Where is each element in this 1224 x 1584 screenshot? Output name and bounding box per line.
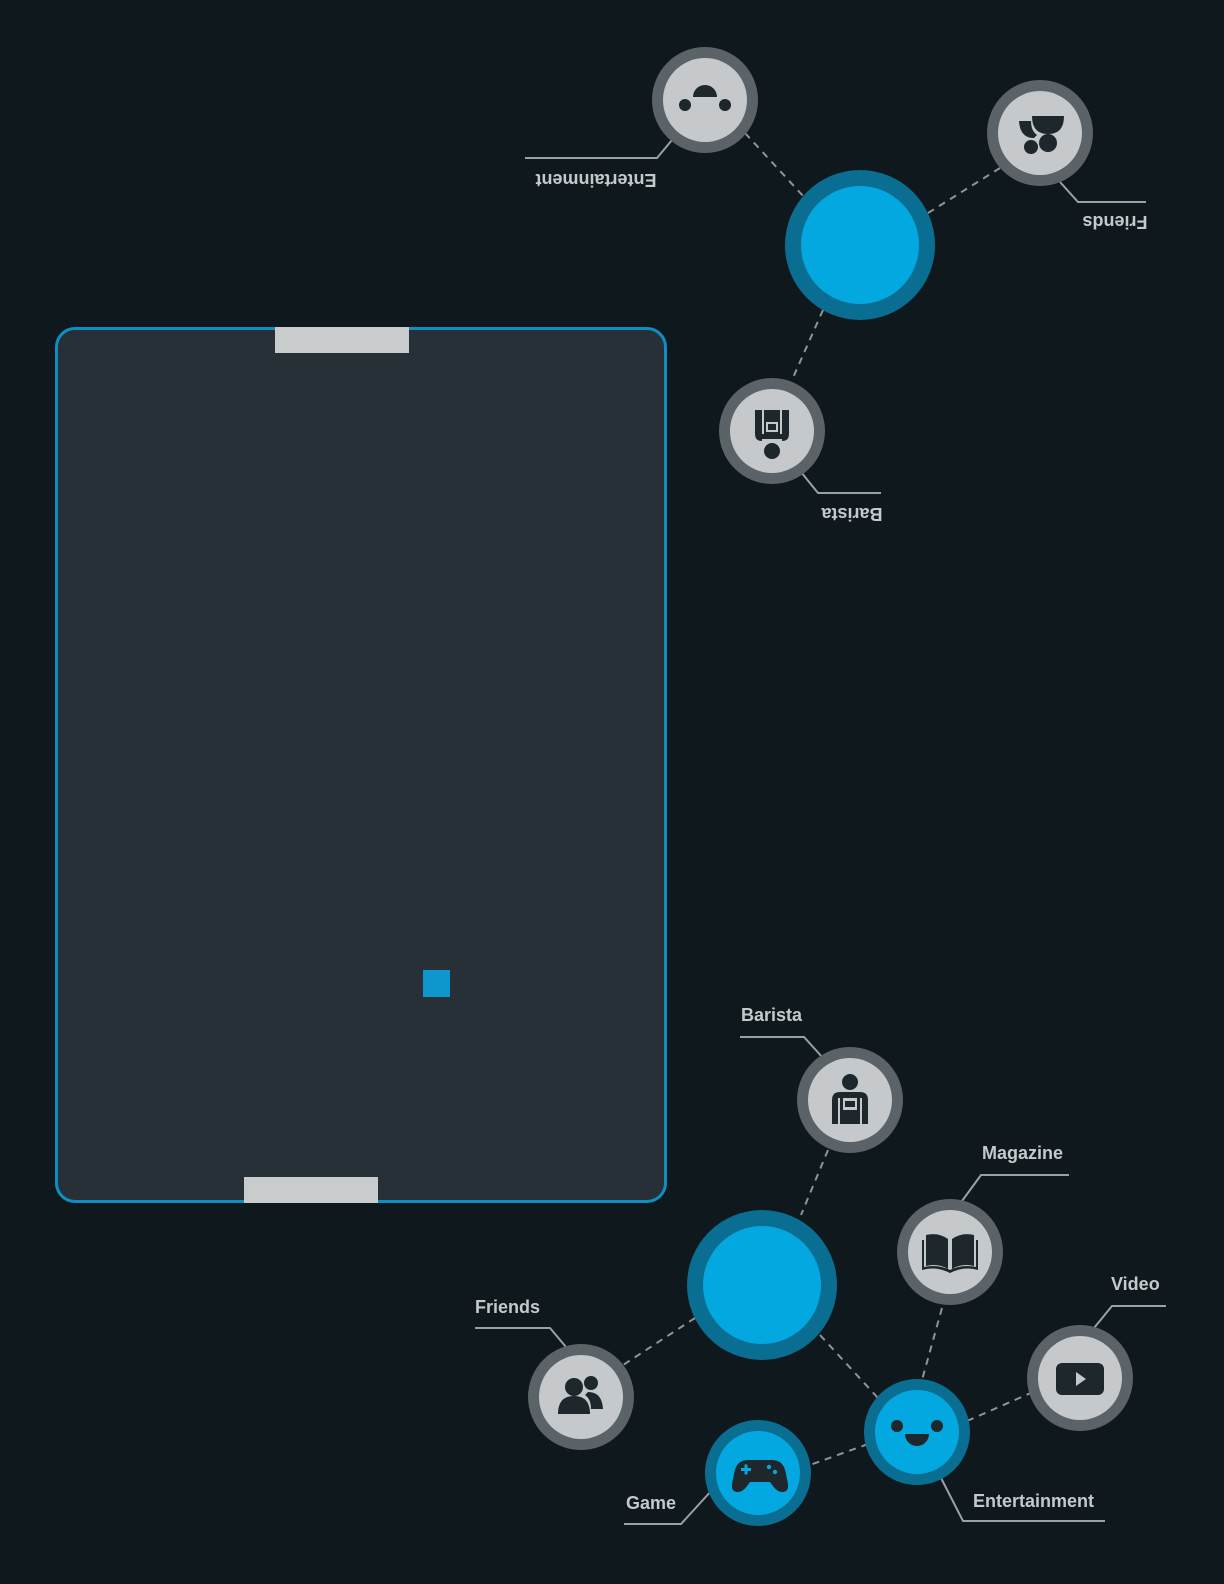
leader-line <box>961 1174 1069 1202</box>
player-friends-label: Friends <box>475 1297 540 1317</box>
player-barista-label: Barista <box>741 1005 803 1025</box>
connector-line <box>800 1149 829 1216</box>
leader-line <box>740 1036 824 1059</box>
connector-line <box>819 1334 879 1399</box>
opponent-entertainment-label: Entertainment <box>535 170 656 190</box>
leader-line <box>800 471 881 494</box>
menu-layer: Entertainment Friends Barista Barista Ma… <box>475 47 1166 1526</box>
leader-line <box>1059 181 1146 203</box>
connector-line <box>921 1307 943 1381</box>
opponent-friends-node[interactable] <box>987 80 1093 186</box>
player-game-label: Game <box>626 1493 676 1513</box>
player-video-label: Video <box>1111 1274 1160 1294</box>
player-friends-node[interactable] <box>528 1344 634 1450</box>
player-game-node[interactable] <box>705 1420 811 1526</box>
player-video-node[interactable] <box>1027 1325 1133 1431</box>
connector-line <box>791 309 824 381</box>
leader-line <box>525 139 673 159</box>
player-magazine-label: Magazine <box>982 1143 1063 1163</box>
connector-line <box>966 1391 1034 1422</box>
opponent-barista-label: Barista <box>820 504 882 524</box>
play-video-icon <box>1056 1363 1104 1395</box>
opponent-entertainment-node[interactable] <box>652 47 758 153</box>
stage: Entertainment Friends Barista Barista Ma… <box>0 0 1224 1584</box>
player-entertainment-node[interactable] <box>864 1379 970 1485</box>
connector-line <box>744 132 806 199</box>
player-barista-node[interactable] <box>797 1047 903 1153</box>
player-magazine-node[interactable] <box>897 1199 1003 1305</box>
leader-line <box>475 1327 567 1348</box>
player-entertainment-label: Entertainment <box>973 1491 1094 1511</box>
opponent-menu: Entertainment Friends Barista <box>525 47 1148 524</box>
connector-line <box>616 1317 696 1370</box>
connector-line <box>809 1443 869 1466</box>
connector-line <box>927 167 1001 214</box>
leader-line <box>1093 1305 1166 1329</box>
opponent-hub-button[interactable] <box>785 170 935 320</box>
player-hub-button[interactable] <box>687 1210 837 1360</box>
opponent-friends-label: Friends <box>1082 212 1147 232</box>
opponent-barista-node[interactable] <box>719 378 825 484</box>
player-menu: Barista Magazine Video Friends Game Ente… <box>475 1005 1166 1526</box>
